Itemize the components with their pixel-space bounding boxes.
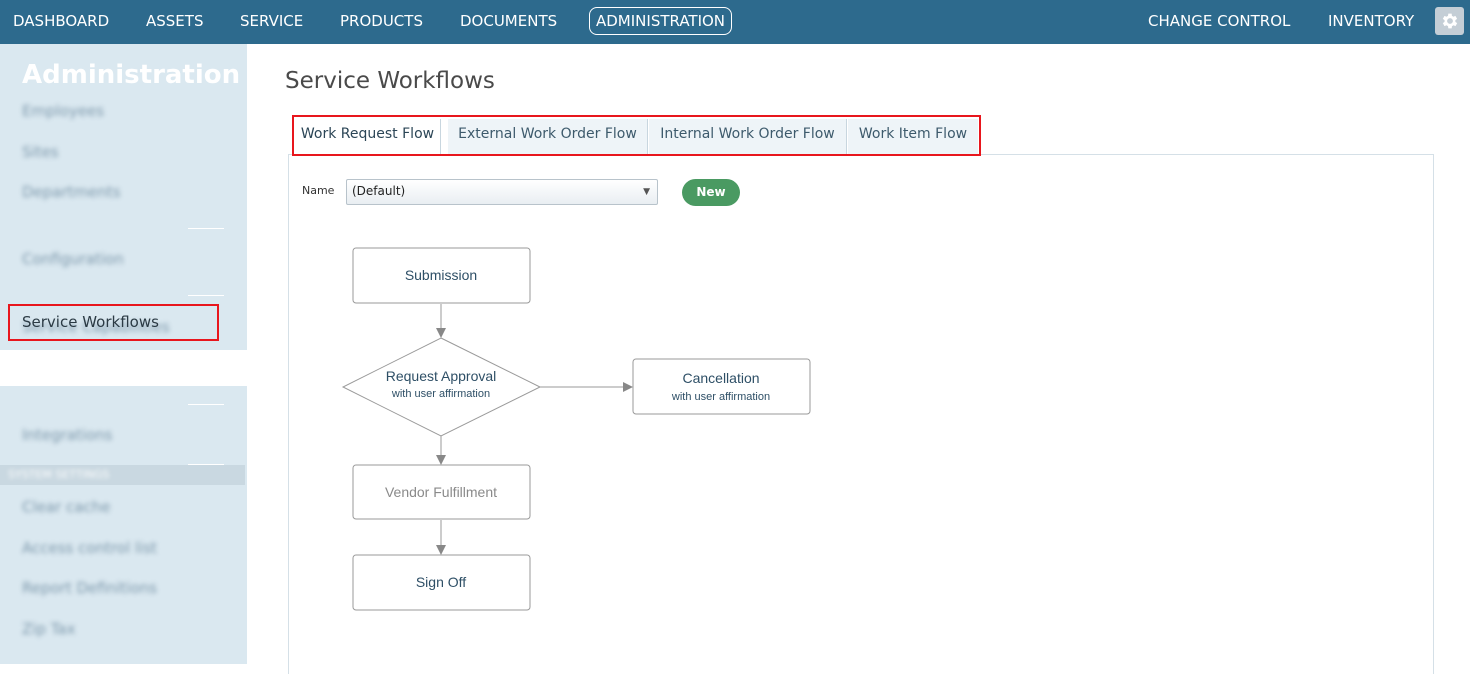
nav-change-control[interactable]: CHANGE CONTROL	[1148, 11, 1290, 31]
chevron-down-icon: ▼	[643, 187, 650, 197]
node-submission[interactable]: Submission	[352, 247, 531, 304]
gear-icon	[1442, 13, 1457, 29]
sidebar-active-row	[0, 350, 247, 386]
sidebar-item-access-control-list[interactable]: Access control list	[22, 539, 157, 557]
sidebar-section-header: SYSTEM SETTINGS	[0, 465, 245, 485]
sidebar-title: Administration	[22, 60, 241, 90]
node-cancellation[interactable]: Cancellation with user affirmation	[632, 358, 811, 415]
node-signoff-label: Sign Off	[416, 574, 466, 590]
nav-documents[interactable]: DOCUMENTS	[460, 11, 557, 31]
node-cancellation-sublabel: with user affirmation	[671, 391, 770, 403]
sidebar-item-clear-cache[interactable]: Clear cache	[22, 498, 110, 516]
nav-inventory[interactable]: INVENTORY	[1328, 11, 1414, 31]
settings-button[interactable]	[1435, 7, 1464, 35]
nav-administration[interactable]: ADMINISTRATION	[589, 7, 733, 35]
tabs-highlight-box	[292, 115, 981, 156]
node-vendor-fulfillment[interactable]: Vendor Fulfillment	[352, 464, 531, 520]
sidebar-item-report-definitions[interactable]: Report Definitions	[22, 579, 157, 597]
sidebar-divider	[188, 228, 224, 229]
node-fulfillment-label: Vendor Fulfillment	[385, 484, 497, 500]
sidebar-item-configuration[interactable]: Configuration	[22, 250, 124, 268]
sidebar-item-service-workflows[interactable]: Service Workflows	[8, 304, 219, 341]
admin-sidebar: Administration Employees Sites Departmen…	[0, 44, 247, 664]
top-navigation-bar: DASHBOARD ASSETS SERVICE PRODUCTS DOCUME…	[0, 0, 1470, 44]
page-title: Service Workflows	[285, 68, 495, 94]
sidebar-item-employees[interactable]: Employees	[22, 102, 104, 120]
nav-products[interactable]: PRODUCTS	[340, 11, 423, 31]
nav-service[interactable]: SERVICE	[240, 11, 303, 31]
sidebar-item-zip-tax[interactable]: Zip Tax	[22, 620, 75, 638]
sidebar-item-sites[interactable]: Sites	[22, 143, 59, 161]
sidebar-item-departments[interactable]: Departments	[22, 183, 121, 201]
workflow-name-select[interactable]: (Default) ▼	[346, 179, 658, 205]
sidebar-divider	[188, 295, 224, 296]
sidebar-divider	[188, 404, 224, 405]
node-sign-off[interactable]: Sign Off	[352, 554, 531, 611]
select-value: (Default)	[352, 184, 406, 198]
node-approval-sublabel: with user affirmation	[391, 388, 490, 400]
node-approval-label: Request Approval	[386, 368, 497, 384]
new-workflow-button[interactable]: New	[682, 179, 740, 206]
sidebar-item-integrations[interactable]: Integrations	[22, 426, 112, 444]
name-label: Name	[302, 184, 335, 197]
nav-dashboard[interactable]: DASHBOARD	[13, 11, 109, 31]
nav-assets[interactable]: ASSETS	[146, 11, 203, 31]
node-cancellation-label: Cancellation	[682, 370, 759, 386]
sidebar-section-label: SYSTEM SETTINGS	[8, 468, 110, 481]
node-submission-label: Submission	[405, 267, 477, 283]
